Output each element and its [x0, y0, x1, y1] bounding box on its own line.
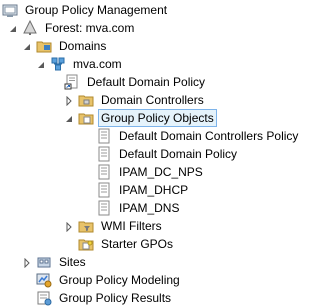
tree-node-label: Forest: mva.com: [45, 21, 135, 35]
collapsed-arrow-icon[interactable]: [22, 257, 32, 269]
tree-node-wmi-filters[interactable]: WMI Filters: [64, 217, 164, 235]
tree-node-group-policy-management[interactable]: Group Policy Management: [2, 1, 169, 19]
expanded-arrow-icon[interactable]: [64, 113, 74, 123]
tree-node-domain-mva[interactable]: mva.com: [36, 55, 124, 73]
tree-node-label: IPAM_DC_NPS: [119, 165, 203, 179]
tree-node-domains[interactable]: Domains: [22, 37, 108, 55]
tree-node-gpo[interactable]: IPAM_DHCP: [96, 181, 190, 199]
tree-node-label: Sites: [59, 255, 86, 269]
tree-node-gpo[interactable]: Default Domain Policy: [96, 145, 239, 163]
collapsed-arrow-icon[interactable]: [64, 95, 74, 107]
tree-node-label: IPAM_DNS: [119, 201, 180, 215]
tree-node-label: Default Domain Policy: [87, 75, 206, 89]
gpo-icon: [96, 164, 112, 180]
domain-icon: [50, 56, 66, 72]
tree-node-default-domain-policy-link[interactable]: Default Domain Policy: [64, 73, 207, 91]
tree-node-label: Group Policy Modeling: [59, 273, 180, 287]
tree-node-group-policy-results[interactable]: Group Policy Results: [36, 289, 173, 306]
tree-node-label: Domains: [59, 39, 107, 53]
forest-icon: [22, 19, 38, 36]
tree-node-label: Default Domain Controllers Policy: [119, 129, 299, 143]
tree-node-label: Domain Controllers: [101, 93, 204, 107]
group-policy-tree: Group Policy Management Forest: mva.com …: [0, 0, 304, 306]
gpo-folder-icon: [78, 110, 94, 126]
ou-folder-icon: [78, 92, 94, 108]
gpo-icon: [96, 182, 112, 198]
tree-node-label: Group Policy Objects: [98, 109, 217, 127]
tree-node-gpo[interactable]: IPAM_DNS: [96, 199, 181, 217]
tree-node-domain-controllers[interactable]: Domain Controllers: [64, 91, 206, 109]
wmi-folder-icon: [78, 218, 94, 234]
gpo-icon: [96, 128, 112, 144]
tree-node-starter-gpos[interactable]: Starter GPOs: [78, 235, 175, 253]
tree-node-forest[interactable]: Forest: mva.com: [8, 19, 136, 37]
gpo-link-icon: [64, 74, 80, 90]
tree-node-label: Group Policy Management: [25, 3, 168, 17]
tree-node-gpo[interactable]: IPAM_DC_NPS: [96, 163, 205, 181]
tree-node-group-policy-objects[interactable]: Group Policy Objects: [64, 109, 217, 127]
domains-folder-icon: [36, 38, 52, 54]
gpm-console-icon: [2, 2, 18, 18]
tree-node-label: WMI Filters: [101, 219, 162, 233]
tree-node-label: Starter GPOs: [101, 237, 174, 251]
starter-gpo-folder-icon: [78, 236, 94, 252]
tree-node-sites[interactable]: Sites: [22, 253, 88, 271]
expanded-arrow-icon[interactable]: [22, 41, 32, 51]
collapsed-arrow-icon[interactable]: [64, 221, 74, 233]
tree-node-label: IPAM_DHCP: [119, 183, 189, 197]
tree-node-label: mva.com: [73, 57, 122, 71]
expanded-arrow-icon[interactable]: [36, 59, 46, 69]
tree-node-label: Group Policy Results: [59, 291, 172, 305]
tree-node-group-policy-modeling[interactable]: Group Policy Modeling: [36, 271, 182, 289]
expanded-arrow-icon[interactable]: [8, 23, 18, 33]
gpo-icon: [96, 200, 112, 216]
gpo-icon: [96, 146, 112, 162]
modeling-icon: [36, 272, 52, 288]
tree-node-gpo[interactable]: Default Domain Controllers Policy: [96, 127, 300, 145]
tree-node-label: Default Domain Policy: [119, 147, 238, 161]
results-icon: [36, 290, 52, 306]
sites-icon: [36, 254, 52, 270]
